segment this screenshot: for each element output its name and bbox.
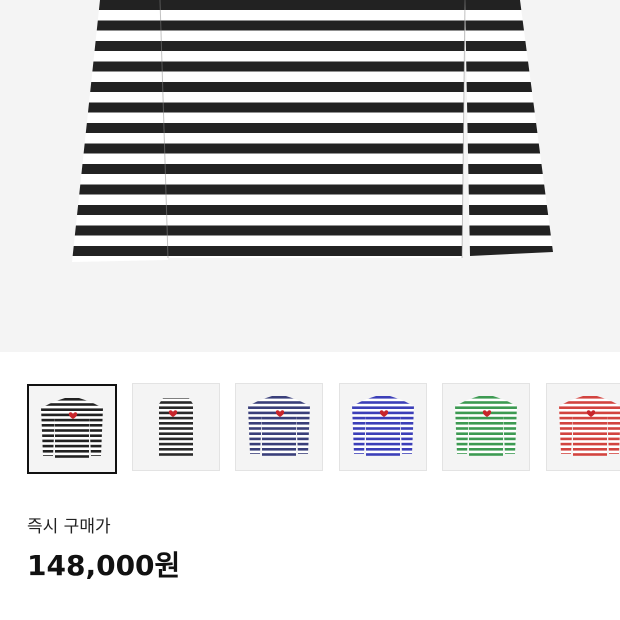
shirt-thumbnail-image xyxy=(352,396,414,456)
shirt-thumbnail-image xyxy=(248,396,310,456)
shirt-thumbnail-image xyxy=(159,398,193,456)
thumbnail-navy-white-stripe[interactable] xyxy=(235,383,323,471)
color-variant-thumbnails xyxy=(0,383,620,477)
price-value: 148,000원 xyxy=(27,549,181,582)
product-main-image xyxy=(0,0,620,352)
buy-now-price-label: 즉시 구매가 xyxy=(27,517,111,537)
thumbnail-green-white-stripe[interactable] xyxy=(442,383,530,471)
shirt-thumbnail-image xyxy=(559,396,620,456)
shirt-thumbnail-image xyxy=(41,398,103,458)
thumbnail-red-white-stripe[interactable] xyxy=(546,383,620,471)
shirt-thumbnail-image xyxy=(455,396,517,456)
striped-shirt-image xyxy=(72,0,553,262)
thumbnail-blue-white-stripe[interactable] xyxy=(339,383,427,471)
thumbnail-black-white-stripe-side[interactable] xyxy=(132,383,220,471)
thumbnail-black-white-stripe-front[interactable] xyxy=(27,384,117,474)
